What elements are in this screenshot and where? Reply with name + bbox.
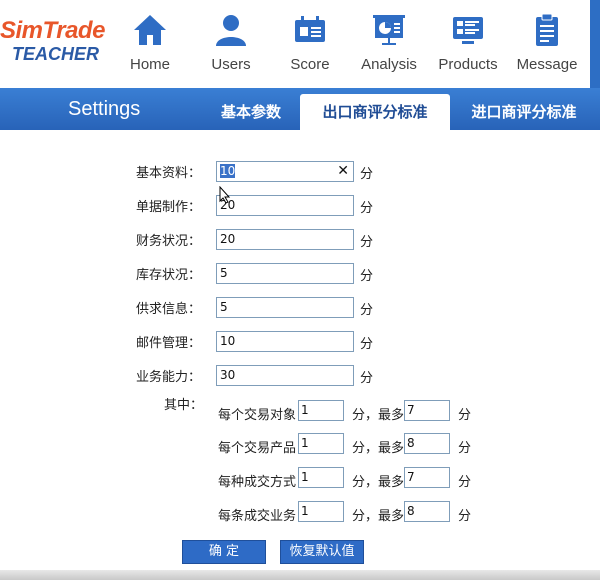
mail-management-score-input[interactable]: 10 [216,331,354,352]
per-trade-product-max-input[interactable]: 8 [404,433,450,454]
logo-line-1: SimTrade [0,17,105,44]
per-deal-business-score-input[interactable]: 1 [298,501,344,522]
max-label: 分，最多 [352,408,405,423]
tab-basic-parameters[interactable]: 基本参数 [206,94,296,130]
row-label-basic-info: 基本资料： [136,166,202,181]
basic-info-score-value: 10 [220,164,236,178]
bottom-scroll-strip [0,570,600,580]
header-right-edge-tab[interactable] [590,0,600,88]
per-deal-method-score-input[interactable]: 1 [298,467,344,488]
nav-analysis[interactable]: Analysis [349,8,429,78]
sub-section-heading: 其中： [164,398,204,413]
message-clipboard-icon [536,13,558,46]
unit-label: 分 [458,408,472,423]
clear-input-icon[interactable]: ✕ [337,162,349,181]
nav-score[interactable]: Score [270,8,350,78]
mouse-cursor-icon [219,186,231,204]
financial-status-score-input[interactable]: 20 [216,229,354,250]
top-header: SimTrade TEACHER Home Users Score Analys… [0,0,600,88]
tab-exporter-scoring[interactable]: 出口商评分标准 [300,94,450,130]
unit-label: 分 [458,475,472,490]
nav-message[interactable]: Message [507,8,587,78]
logo-line-2: TEACHER [12,44,100,64]
per-deal-method-max-input[interactable]: 7 [404,467,450,488]
unit-label: 分 [360,337,374,352]
user-icon [216,15,246,46]
per-trade-product-score-input[interactable]: 1 [298,433,344,454]
max-label: 分，最多 [352,509,405,524]
unit-label: 分 [360,167,374,182]
presentation-chart-icon [373,15,405,45]
unit-label: 分 [458,509,472,524]
nav-users-label: Users [211,56,251,73]
nav-products[interactable]: Products [428,8,508,78]
nav-users[interactable]: Users [191,8,271,78]
confirm-button[interactable]: 确 定 [182,540,266,564]
row-label-inventory-status: 库存状况： [136,268,202,283]
nav-analysis-label: Analysis [361,56,417,73]
row-label-document-making: 单据制作： [136,200,202,215]
row-label-business-ability: 业务能力： [136,370,202,385]
inventory-status-score-input[interactable]: 5 [216,263,354,284]
sub-label-per-trade-product: 每个交易产品 [218,441,297,456]
page-title: Settings [68,98,141,120]
unit-label: 分 [458,441,472,456]
nav-products-label: Products [438,56,498,73]
restore-defaults-button[interactable]: 恢复默认值 [280,540,364,564]
per-deal-business-max-input[interactable]: 8 [404,501,450,522]
row-label-mail-management: 邮件管理： [136,336,202,351]
business-ability-score-input[interactable]: 30 [216,365,354,386]
per-trade-partner-max-input[interactable]: 7 [404,400,450,421]
nav-home[interactable]: Home [110,8,190,78]
nav-message-label: Message [516,56,578,73]
per-trade-partner-score-input[interactable]: 1 [298,400,344,421]
supply-demand-score-input[interactable]: 5 [216,297,354,318]
unit-label: 分 [360,201,374,216]
unit-label: 分 [360,371,374,386]
sub-label-per-deal-business: 每条成交业务 [218,509,297,524]
nav-home-label: Home [129,56,170,73]
house-icon [134,15,166,45]
sub-label-per-deal-method: 每种成交方式 [218,475,297,490]
score-card-icon [295,16,325,42]
unit-label: 分 [360,269,374,284]
tab-importer-scoring[interactable]: 进口商评分标准 [454,94,594,130]
simtrade-teacher-logo: SimTrade TEACHER [0,17,112,65]
unit-label: 分 [360,303,374,318]
row-label-financial-status: 财务状况： [136,234,202,249]
basic-info-score-input[interactable]: 10 ✕ [216,161,354,182]
product-list-icon [453,17,483,44]
unit-label: 分 [360,235,374,250]
max-label: 分，最多 [352,475,405,490]
document-making-score-input[interactable]: 20 [216,195,354,216]
exporter-scoring-form: 基本资料： 10 ✕ 分 单据制作： 20 分 财务状况： 20 分 库存状况：… [0,130,600,570]
settings-tab-bar: Settings 基本参数 出口商评分标准 进口商评分标准 [0,88,600,130]
sub-label-per-trade-partner: 每个交易对象 [218,408,297,423]
max-label: 分，最多 [352,441,405,456]
nav-score-label: Score [290,56,330,73]
row-label-supply-demand: 供求信息： [136,302,202,317]
